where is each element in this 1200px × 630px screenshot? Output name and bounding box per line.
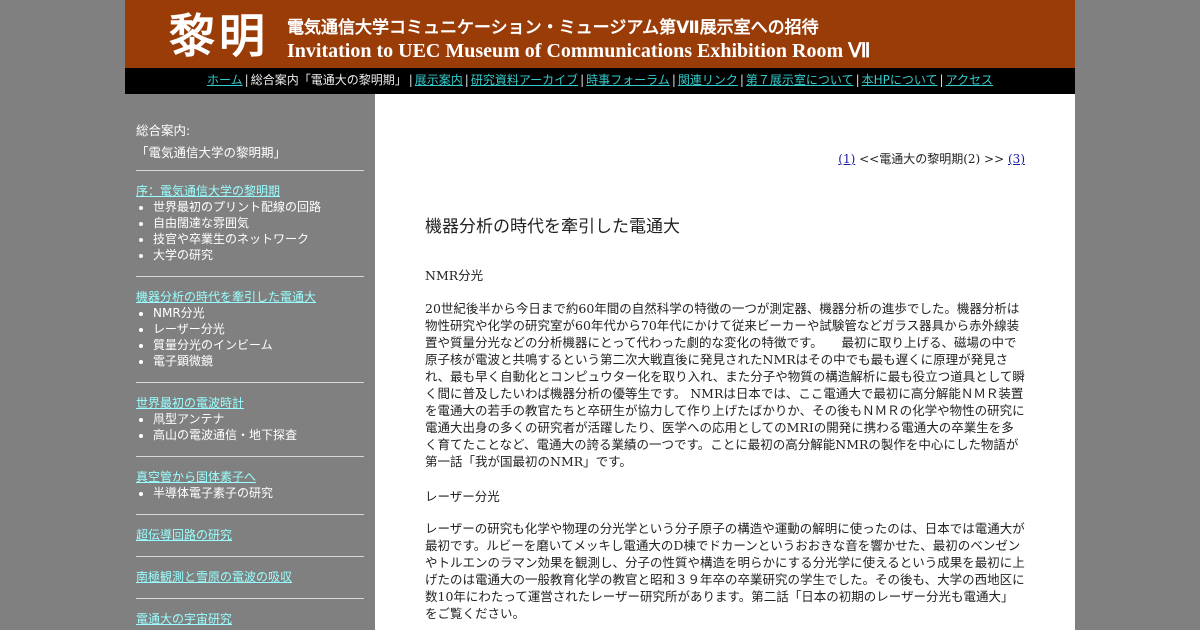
pager-next-link[interactable]: (3) [1008,152,1025,166]
list-item: 凧型アンテナ [153,411,364,427]
nav-link-room7[interactable]: 第７展示室について [746,73,854,87]
sidebar-link[interactable]: 南極観測と雪原の電波の吸収 [136,569,364,585]
nav-home-link[interactable]: ホーム [207,73,243,87]
divider [136,514,364,515]
section-heading-laser: レーザー分光 [425,489,500,504]
list-item: 半導体電子素子の研究 [153,485,364,501]
main-content: (1) <<電通大の黎明期(2) >> (3) 機器分析の時代を牽引した電通大 … [375,94,1075,630]
pager-label: <<電通大の黎明期(2) >> [859,152,1005,166]
section-heading-nmr: NMR分光 [425,268,484,283]
list-item: 電子顕微鏡 [153,353,364,369]
paragraph-laser: レーザーの研究も化学や物理の分光学という分子原子の構造や運動の解明に使ったのは、… [425,521,1025,621]
paragraph-nmr: 20世紀後半から今日まで約60年間の自然科学の特徴の一つが測定器、機器分析の進歩… [425,301,1025,469]
page-title: 機器分析の時代を牽引した電通大 [425,217,680,237]
divider [136,456,364,457]
nav-link-archive[interactable]: 研究資料アーカイブ [471,73,578,87]
nav-link-about[interactable]: 本HPについて [862,73,938,87]
header-banner: 黎明 電気通信大学コミュニケーション・ミュージアム第Ⅶ展示室への招待 Invit… [125,0,1075,68]
divider [136,170,364,171]
sidebar-section-antarctic: 南極観測と雪原の電波の吸収 [136,556,364,585]
sidebar-link[interactable]: 真空管から固体素子へ [136,469,364,485]
sidebar-section-superconduct: 超伝導回路の研究 [136,514,364,543]
sidebar-link[interactable]: 序：電気通信大学の黎明期 [136,183,364,199]
pager-prev-link[interactable]: (1) [838,152,855,166]
nav-current: 総合案内「電通大の黎明期」 [250,73,407,87]
sidebar-link[interactable]: 機器分析の時代を牽引した電通大 [136,289,364,305]
page: 黎明 電気通信大学コミュニケーション・ミュージアム第Ⅶ展示室への招待 Invit… [125,0,1075,630]
list-item: 自由闊達な雰囲気 [153,215,364,231]
divider [136,382,364,383]
sidebar-link[interactable]: 電通大の宇宙研究 [136,611,364,627]
divider [136,556,364,557]
site-logo[interactable]: 黎明 [169,8,269,64]
list-item: レーザー分光 [153,321,364,337]
divider [136,276,364,277]
sidebar-link[interactable]: 超伝導回路の研究 [136,527,364,543]
sidebar-link[interactable]: 世界最初の電波時計 [136,395,364,411]
nav-link-forum[interactable]: 時事フォーラム [586,73,670,87]
list-item: 大学の研究 [153,247,364,263]
list-item: 世界最初のプリント配線の回路 [153,199,364,215]
pager: (1) <<電通大の黎明期(2) >> (3) [838,150,1025,167]
divider [136,598,364,599]
sidebar-section-radio-clock: 世界最初の電波時計 凧型アンテナ 高山の電波通信・地下探査 [136,382,364,443]
nav-link-exhibits[interactable]: 展示案内 [415,73,463,87]
list-item: NMR分光 [153,305,364,321]
nav-link-related[interactable]: 関連リンク [678,73,738,87]
sidebar-title: 総合案内: 「電気通信大学の黎明期」 [136,123,287,160]
nav-link-access[interactable]: アクセス [946,73,993,87]
top-nav: ホーム | 総合案内「電通大の黎明期」 | 展示案内 | 研究資料アーカイブ | 時事フォーラム… [125,68,1075,94]
list-item: 技官や卒業生のネットワーク [153,231,364,247]
sidebar: 総合案内: 「電気通信大学の黎明期」 序：電気通信大学の黎明期 世界最初のプリン… [125,94,375,630]
sidebar-section-space: 電通大の宇宙研究 [136,598,364,627]
header-title-en: Invitation to UEC Museum of Communicatio… [287,40,871,62]
sidebar-section-intro: 序：電気通信大学の黎明期 世界最初のプリント配線の回路 自由闊達な雰囲気 技官や… [136,170,364,263]
sidebar-section-analysis: 機器分析の時代を牽引した電通大 NMR分光 レーザー分光 質量分光のインビーム … [136,276,364,369]
list-item: 高山の電波通信・地下探査 [153,427,364,443]
header-title-jp: 電気通信大学コミュニケーション・ミュージアム第Ⅶ展示室への招待 [287,18,819,38]
list-item: 質量分光のインビーム [153,337,364,353]
sidebar-section-solid-state: 真空管から固体素子へ 半導体電子素子の研究 [136,456,364,501]
